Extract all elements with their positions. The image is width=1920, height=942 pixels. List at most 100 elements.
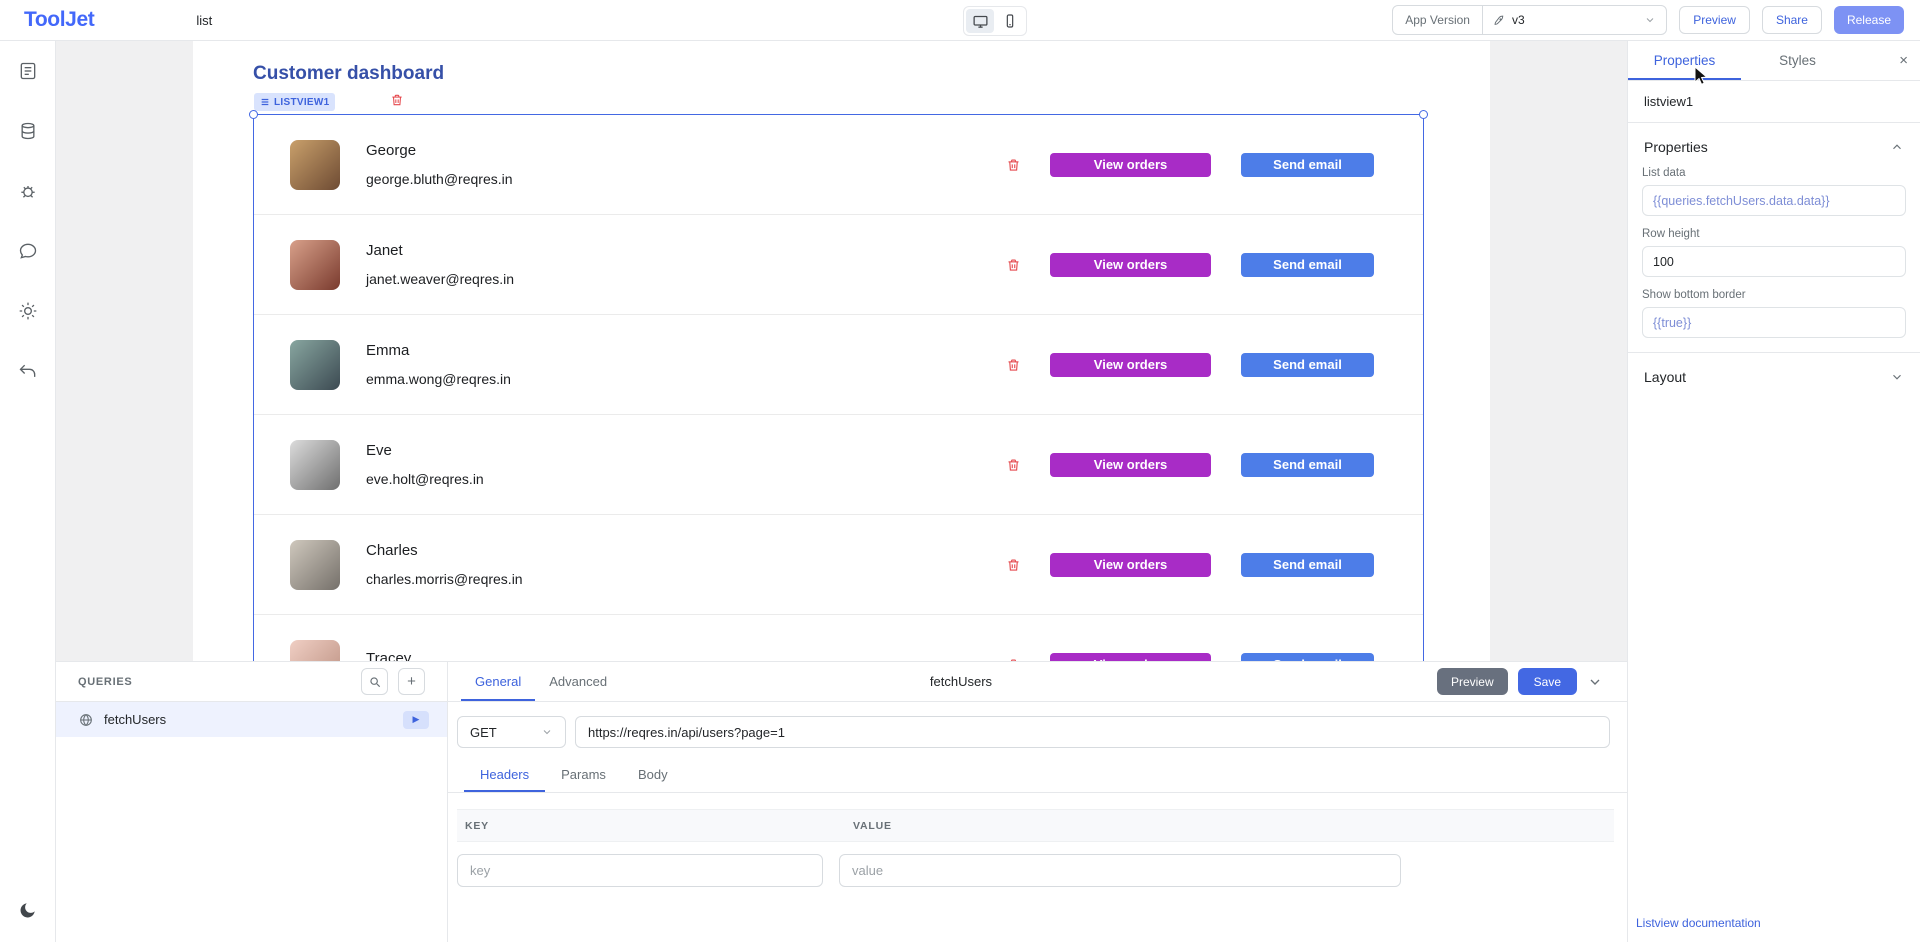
request-subtabs: Headers Params Body [448,756,1627,793]
layout-section-label: Layout [1644,369,1686,385]
delete-row-icon[interactable] [1006,457,1021,472]
chevron-down-icon [1890,370,1904,384]
dark-mode-toggle[interactable] [10,892,46,928]
http-method-select[interactable]: GET [457,716,566,748]
list-row: Eve eve.holt@reqres.in View orders Send … [254,415,1423,515]
version-value: v3 [1512,13,1525,27]
delete-row-icon[interactable] [1006,357,1021,372]
inspector-panel: Properties Styles × listview1 Properties… [1627,41,1920,942]
tab-general[interactable]: General [461,662,535,701]
request-url-input[interactable] [575,716,1610,748]
delete-widget-icon[interactable] [390,93,404,107]
tab-advanced[interactable]: Advanced [535,662,621,701]
search-icon [368,675,382,689]
view-orders-button[interactable]: View orders [1050,453,1211,477]
pages-icon[interactable] [10,53,46,89]
delete-row-icon[interactable] [1006,257,1021,272]
listview-documentation-link[interactable]: Listview documentation [1636,916,1761,930]
http-method-value: GET [470,725,497,740]
preview-button[interactable]: Preview [1679,6,1750,34]
avatar [290,440,340,490]
view-orders-button[interactable]: View orders [1050,153,1211,177]
close-icon[interactable]: × [1899,52,1908,69]
add-query-button[interactable]: + [398,668,425,695]
query-search-button[interactable] [361,668,388,695]
rocket-icon [1493,14,1506,27]
send-email-button[interactable]: Send email [1241,453,1374,477]
listview-widget-icon [260,97,270,107]
chevron-up-icon [1890,140,1904,154]
mobile-icon [1002,13,1018,29]
property-field: Row height 100 [1628,226,1920,277]
list-data-input[interactable]: {{queries.fetchUsers.data.data}} [1642,185,1906,216]
datasources-icon[interactable] [10,113,46,149]
settings-gear-icon[interactable] [10,293,46,329]
send-email-button[interactable]: Send email [1241,353,1374,377]
topbar: ToolJet list App Version v3 [0,0,1920,41]
share-button[interactable]: Share [1762,6,1822,34]
header-key-input[interactable] [457,854,823,887]
tab-params[interactable]: Params [545,756,622,792]
query-name: fetchUsers [104,712,166,727]
avatar [290,140,340,190]
tab-styles[interactable]: Styles [1741,41,1854,80]
query-editor-pane: General Advanced fetchUsers Preview Save… [448,662,1627,942]
view-orders-button[interactable]: View orders [1050,253,1211,277]
list-row: George george.bluth@reqres.in View order… [254,115,1423,215]
collapse-panel-chevron-icon[interactable] [1587,674,1603,690]
app-version-selector[interactable]: App Version v3 [1392,5,1667,35]
list-row: Charles charles.morris@reqres.in View or… [254,515,1423,615]
debugger-icon[interactable] [10,173,46,209]
layout-section-header[interactable]: Layout [1628,353,1920,395]
property-label: Show bottom border [1642,289,1906,301]
release-button[interactable]: Release [1834,6,1904,34]
avatar [290,540,340,590]
tab-body[interactable]: Body [622,756,684,792]
delete-row-icon[interactable] [1006,557,1021,572]
run-query-button[interactable]: ▶ [403,711,429,729]
moon-icon [18,900,38,920]
chevron-down-icon [1644,14,1656,26]
show-bottom-border-input[interactable]: {{true}} [1642,307,1906,338]
row-height-input[interactable]: 100 [1642,246,1906,277]
app-name[interactable]: list [196,13,212,28]
request-row: GET [448,702,1627,748]
mobile-view-button[interactable] [996,9,1024,33]
widget-tag[interactable]: LISTVIEW1 [254,93,335,111]
queries-title: QUERIES [78,676,132,688]
widget-name: listview1 [1628,81,1920,123]
inspector-tabs: Properties Styles × [1628,41,1920,81]
desktop-view-button[interactable] [966,9,994,33]
undo-back-icon[interactable] [10,353,46,389]
kv-input-row [457,854,1627,887]
send-email-button[interactable]: Send email [1241,153,1374,177]
page-title[interactable]: Customer dashboard [253,63,444,85]
view-orders-button[interactable]: View orders [1050,353,1211,377]
app-version-label: App Version [1393,6,1483,34]
delete-row-icon[interactable] [1006,157,1021,172]
tab-properties[interactable]: Properties [1628,41,1741,80]
query-list-item[interactable]: fetchUsers ▶ [56,702,447,737]
customer-name: Charles [366,542,523,559]
tab-headers[interactable]: Headers [464,756,545,792]
header-value-input[interactable] [839,854,1401,887]
query-preview-button[interactable]: Preview [1437,668,1508,695]
list-row: Emma emma.wong@reqres.in View orders Sen… [254,315,1423,415]
property-label: List data [1642,167,1906,179]
query-list-header: QUERIES + [56,662,447,702]
properties-section-header[interactable]: Properties [1628,123,1920,165]
comments-icon[interactable] [10,233,46,269]
version-dropdown[interactable]: v3 [1483,6,1666,34]
topbar-actions: App Version v3 Preview Share Release [1392,5,1904,35]
device-toggle [963,6,1027,36]
left-sidebar [0,41,56,942]
play-icon: ▶ [413,714,420,725]
tooljet-logo[interactable]: ToolJet [24,8,94,32]
query-panel: QUERIES + fetchUsers ▶ General Advanced [56,661,1627,942]
query-title: fetchUsers [861,674,1061,689]
send-email-button[interactable]: Send email [1241,553,1374,577]
widget-tag-label: LISTVIEW1 [274,97,329,108]
send-email-button[interactable]: Send email [1241,253,1374,277]
query-save-button[interactable]: Save [1518,668,1577,695]
view-orders-button[interactable]: View orders [1050,553,1211,577]
